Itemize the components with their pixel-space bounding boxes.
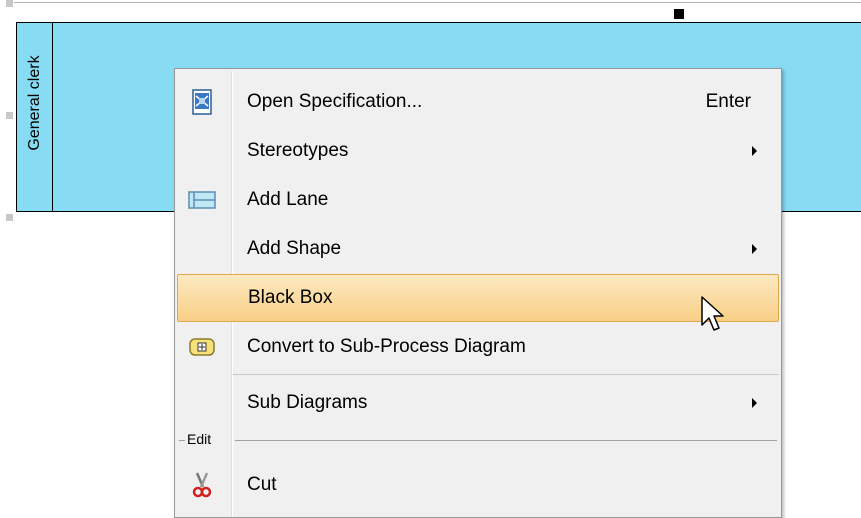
sub-process-icon — [189, 338, 215, 356]
menu-item-label: Open Specification... — [247, 91, 423, 112]
menu-separator — [233, 374, 779, 375]
selection-top-line — [14, 2, 861, 3]
menu-item-add-shape[interactable]: Add Shape — [177, 225, 779, 273]
submenu-arrow-icon — [752, 244, 757, 254]
resize-handle-left[interactable] — [6, 112, 13, 119]
lane-label: General clerk — [26, 55, 43, 151]
lane-header[interactable]: General clerk — [17, 23, 53, 211]
menu-item-black-box[interactable]: Black Box — [177, 274, 779, 322]
menu-item-label: Add Lane — [247, 189, 329, 210]
menu-item-label: Cut — [247, 474, 277, 495]
resize-handle-bottom-left[interactable] — [6, 214, 13, 221]
resize-handle-top[interactable] — [674, 9, 684, 19]
menu-item-label: Sub Diagrams — [247, 392, 368, 413]
group-divider-right — [235, 440, 777, 441]
menu-item-add-lane[interactable]: Add Lane — [177, 176, 779, 224]
add-lane-icon — [188, 191, 216, 209]
menu-item-label: Stereotypes — [247, 140, 349, 161]
menu-item-label: Add Shape — [247, 238, 342, 259]
menu-group-edit: Edit — [177, 429, 779, 451]
specification-icon — [192, 89, 212, 115]
menu-item-open-specification[interactable]: Open Specification... Enter — [177, 78, 779, 126]
resize-handle-top-left[interactable] — [6, 0, 13, 7]
mouse-pointer-icon — [701, 296, 724, 331]
menu-item-stereotypes[interactable]: Stereotypes — [177, 127, 779, 175]
submenu-arrow-icon — [752, 146, 757, 156]
shortcut-label: Enter — [705, 91, 751, 112]
menu-item-label: Convert to Sub-Process Diagram — [247, 336, 526, 357]
menu-item-label: Black Box — [248, 287, 333, 308]
context-menu: Open Specification... Enter Stereotypes … — [174, 68, 782, 518]
menu-item-convert-to-sub-process-diagram[interactable]: Convert to Sub-Process Diagram — [177, 323, 779, 371]
group-divider-left — [179, 440, 185, 441]
group-label: Edit — [187, 431, 212, 447]
scissors-icon — [192, 472, 212, 498]
submenu-arrow-icon — [752, 398, 757, 408]
menu-item-cut[interactable]: Cut — [177, 461, 779, 509]
menu-item-sub-diagrams[interactable]: Sub Diagrams — [177, 379, 779, 427]
